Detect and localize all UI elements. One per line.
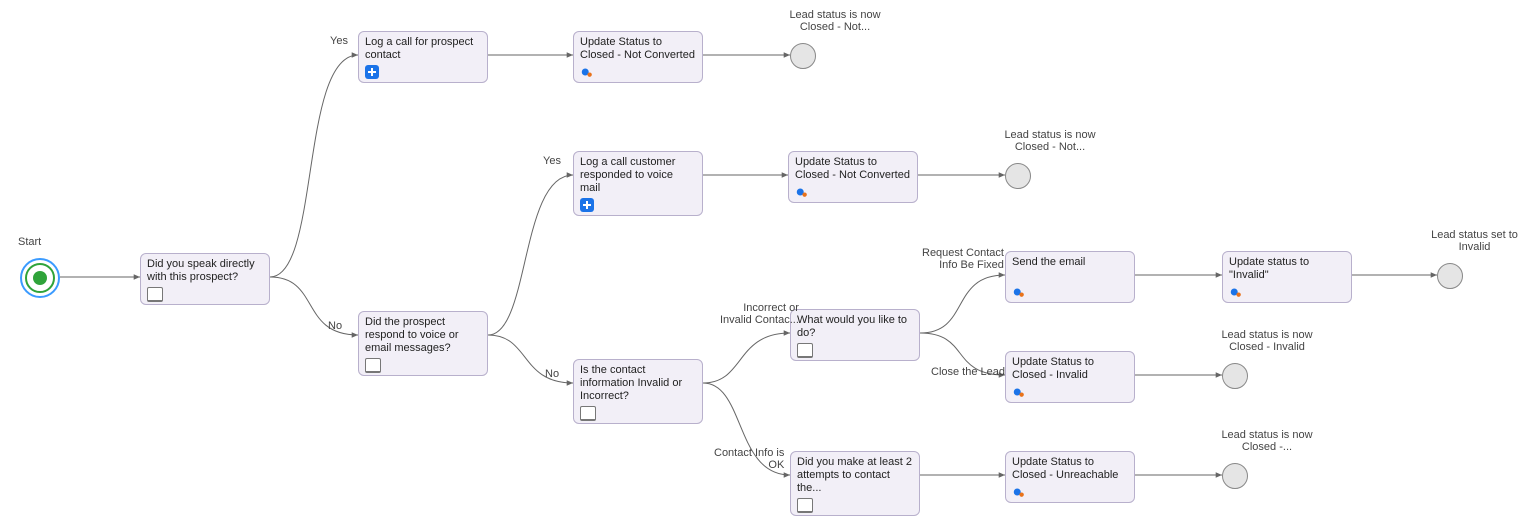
screen-icon — [797, 498, 813, 513]
gear-icon — [795, 185, 809, 199]
node-title: Update Status to Closed - Unreachable — [1012, 456, 1128, 482]
start-dot-icon — [33, 271, 47, 285]
node-title: Did you make at least 2 attempts to cont… — [797, 456, 913, 495]
end-node-5[interactable] — [1222, 463, 1248, 489]
gear-icon — [1012, 285, 1026, 299]
gear-icon — [1012, 385, 1026, 399]
node-title: Log a call for prospect contact — [365, 36, 481, 62]
node-title: Is the contact information Invalid or In… — [580, 364, 696, 403]
start-ring-icon — [25, 263, 55, 293]
edge-label-incorrect: Incorrect or Invalid Contac... — [720, 302, 799, 326]
edge-label-no-1: No — [328, 320, 342, 332]
action-log-call-1[interactable]: Log a call for prospect contact — [358, 31, 488, 83]
node-title: Update Status to Closed - Not Converted — [580, 36, 696, 62]
edge-label-no-2: No — [545, 368, 559, 380]
decision-invalid[interactable]: Is the contact information Invalid or In… — [573, 359, 703, 424]
node-title: Update Status to Closed - Not Converted — [795, 156, 911, 182]
plus-icon — [580, 198, 594, 212]
edge-label-yes-2: Yes — [543, 155, 561, 167]
edge-label-close-lead: Close the Lead — [931, 366, 1005, 378]
decision-what[interactable]: What would you like to do? — [790, 309, 920, 361]
screen-icon — [147, 287, 163, 302]
end-label-5: Lead status is now Closed -... — [1212, 429, 1322, 453]
screen-icon — [797, 343, 813, 358]
end-label-4: Lead status is now Closed - Invalid — [1212, 329, 1322, 353]
flow-canvas[interactable]: Start Did you speak directly with this p… — [0, 0, 1522, 523]
gear-icon — [1229, 285, 1243, 299]
decision-attempts[interactable]: Did you make at least 2 attempts to cont… — [790, 451, 920, 516]
start-label: Start — [18, 236, 41, 248]
action-update-1[interactable]: Update Status to Closed - Not Converted — [573, 31, 703, 83]
action-update-2[interactable]: Update Status to Closed - Not Converted — [788, 151, 918, 203]
plus-icon — [365, 65, 379, 79]
action-update-closed-invalid[interactable]: Update Status to Closed - Invalid — [1005, 351, 1135, 403]
node-title: Update Status to Closed - Invalid — [1012, 356, 1128, 382]
end-label-3: Lead status set to Invalid — [1427, 229, 1522, 253]
edge-label-request-fix: Request Contact Info Be Fixed — [922, 247, 1004, 271]
screen-icon — [580, 406, 596, 421]
end-node-2[interactable] — [1005, 163, 1031, 189]
node-title: Send the email — [1012, 256, 1128, 282]
decision-respond[interactable]: Did the prospect respond to voice or ema… — [358, 311, 488, 376]
node-title: Log a call customer responded to voice m… — [580, 156, 696, 195]
end-label-2: Lead status is now Closed - Not... — [995, 129, 1105, 153]
end-label-1: Lead status is now Closed - Not... — [780, 9, 890, 33]
action-log-call-2[interactable]: Log a call customer responded to voice m… — [573, 151, 703, 216]
edge-label-yes-1: Yes — [330, 35, 348, 47]
node-title: Update status to "Invalid" — [1229, 256, 1345, 282]
end-node-1[interactable] — [790, 43, 816, 69]
gear-icon — [1012, 485, 1026, 499]
node-title: What would you like to do? — [797, 314, 913, 340]
end-node-3[interactable] — [1437, 263, 1463, 289]
node-title: Did you speak directly with this prospec… — [147, 258, 263, 284]
end-node-4[interactable] — [1222, 363, 1248, 389]
screen-icon — [365, 358, 381, 373]
action-send-email[interactable]: Send the email — [1005, 251, 1135, 303]
action-update-invalid[interactable]: Update status to "Invalid" — [1222, 251, 1352, 303]
action-update-unreachable[interactable]: Update Status to Closed - Unreachable — [1005, 451, 1135, 503]
start-node[interactable] — [20, 258, 60, 298]
gear-icon — [580, 65, 594, 79]
decision-speak[interactable]: Did you speak directly with this prospec… — [140, 253, 270, 305]
edge-label-contact-ok: Contact Info is OK — [714, 447, 784, 471]
node-title: Did the prospect respond to voice or ema… — [365, 316, 481, 355]
